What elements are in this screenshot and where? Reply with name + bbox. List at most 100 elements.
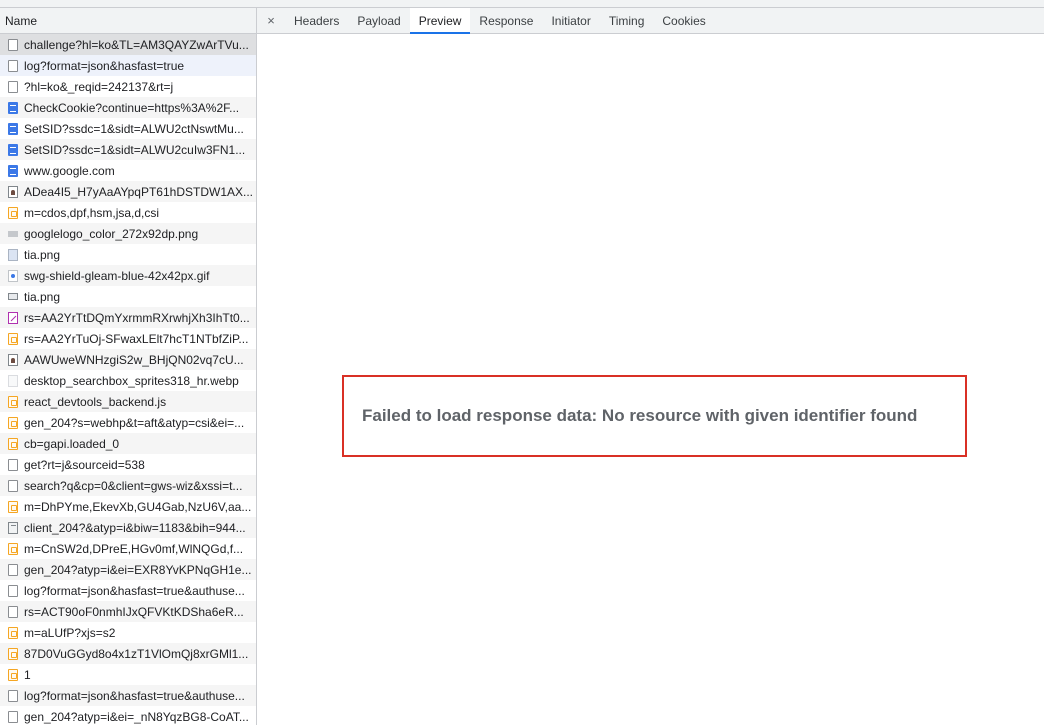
png-image-icon <box>8 230 18 237</box>
request-name: log?format=json&hasfast=true&authuse... <box>24 688 245 703</box>
request-row[interactable]: tia.png <box>0 244 256 265</box>
webp-image-icon <box>8 374 18 387</box>
request-name: SetSID?ssdc=1&sidt=ALWU2ctNswtMu... <box>24 121 244 136</box>
request-row[interactable]: m=aLUfP?xjs=s2 <box>0 622 256 643</box>
request-name: gen_204?atyp=i&ei=_nN8YqzBG8-CoAT... <box>24 709 249 724</box>
request-name: swg-shield-gleam-blue-42x42px.gif <box>24 268 210 283</box>
gif-image-icon <box>8 269 18 282</box>
script-icon <box>8 437 18 450</box>
request-name: gen_204?s=webhp&t=aft&atyp=csi&ei=... <box>24 415 245 430</box>
request-name: tia.png <box>24 247 61 262</box>
request-row[interactable]: log?format=json&hasfast=true&authuse... <box>0 580 256 601</box>
script-icon <box>8 206 18 219</box>
document-icon <box>8 59 18 72</box>
document-icon <box>8 80 18 93</box>
request-row[interactable]: log?format=json&hasfast=true&authuse... <box>0 685 256 706</box>
script-icon <box>8 668 18 681</box>
request-row[interactable]: gen_204?atyp=i&ei=_nN8YqzBG8-CoAT... <box>0 706 256 725</box>
request-name: 87D0VuGGyd8o4x1zT1VlOmQj8xrGMl1... <box>24 646 249 661</box>
document-icon <box>8 563 18 576</box>
request-row[interactable]: gen_204?atyp=i&ei=EXR8YvKPNqGH1e... <box>0 559 256 580</box>
script-icon <box>8 647 18 660</box>
request-row[interactable]: client_204?&atyp=i&biw=1183&bih=944... <box>0 517 256 538</box>
request-row[interactable]: search?q&cp=0&client=gws-wiz&xssi=t... <box>0 475 256 496</box>
request-name: m=aLUfP?xjs=s2 <box>24 625 116 640</box>
request-row[interactable]: googlelogo_color_272x92dp.png <box>0 223 256 244</box>
image-icon <box>8 248 18 261</box>
request-name: www.google.com <box>24 163 115 178</box>
tab-preview[interactable]: Preview <box>409 8 471 34</box>
request-name: m=CnSW2d,DPreE,HGv0mf,WlNQGd,f... <box>24 541 244 556</box>
tab-cookies[interactable]: Cookies <box>653 8 714 33</box>
request-name: gen_204?atyp=i&ei=EXR8YvKPNqGH1e... <box>24 562 252 577</box>
request-detail-panel: × Headers Payload Preview Response Initiator… <box>257 8 1044 725</box>
request-row[interactable]: tia.png <box>0 286 256 307</box>
request-row[interactable]: rs=AA2YrTtDQmYxrmmRXrwhjXh3IhTt0... <box>0 307 256 328</box>
request-name: CheckCookie?continue=https%3A%2F... <box>24 100 240 115</box>
name-column-header[interactable]: Name <box>0 8 256 34</box>
request-row[interactable]: ?hl=ko&_reqid=242137&rt=j <box>0 76 256 97</box>
document-icon <box>8 479 18 492</box>
request-row[interactable]: m=DhPYme,EkevXb,GU4Gab,NzU6V,aa... <box>0 496 256 517</box>
request-row[interactable]: AAWUweWNHzgiS2w_BHjQN02vq7cU... <box>0 349 256 370</box>
request-name: react_devtools_backend.js <box>24 394 167 409</box>
request-name: ADea4I5_H7yAaAYpqPT61hDSTDW1AX... <box>24 184 253 199</box>
request-name: rs=AA2YrTtDQmYxrmmRXrwhjXh3IhTt0... <box>24 310 250 325</box>
request-row[interactable]: m=cdos,dpf,hsm,jsa,d,csi <box>0 202 256 223</box>
script-icon <box>8 500 18 513</box>
request-row[interactable]: desktop_searchbox_sprites318_hr.webp <box>0 370 256 391</box>
detail-tab-bar: × Headers Payload Preview Response Initiator… <box>257 8 1044 34</box>
error-message: Failed to load response data: No resourc… <box>362 406 918 425</box>
tab-response[interactable]: Response <box>470 8 542 33</box>
tab-payload[interactable]: Payload <box>348 8 409 33</box>
request-name: 1 <box>24 667 31 682</box>
image-avatar-icon <box>8 185 18 198</box>
script-icon <box>8 395 18 408</box>
request-row[interactable]: log?format=json&hasfast=true <box>0 55 256 76</box>
request-name: tia.png <box>24 289 61 304</box>
request-row[interactable]: cb=gapi.loaded_0 <box>0 433 256 454</box>
request-row[interactable]: gen_204?s=webhp&t=aft&atyp=csi&ei=... <box>0 412 256 433</box>
request-list: challenge?hl=ko&TL=AM3QAYZwArTVu... log?f… <box>0 34 256 725</box>
frame-icon <box>8 521 18 534</box>
request-row[interactable]: SetSID?ssdc=1&sidt=ALWU2ctNswtMu... <box>0 118 256 139</box>
script-icon <box>8 542 18 555</box>
request-row[interactable]: 1 <box>0 664 256 685</box>
request-name: rs=AA2YrTuOj-SFwaxLElt7hcT1NTbfZiP... <box>24 331 249 346</box>
request-row[interactable]: react_devtools_backend.js <box>0 391 256 412</box>
request-row[interactable]: m=CnSW2d,DPreE,HGv0mf,WlNQGd,f... <box>0 538 256 559</box>
request-name: log?format=json&hasfast=true <box>24 58 185 73</box>
request-row[interactable]: www.google.com <box>0 160 256 181</box>
tab-headers[interactable]: Headers <box>285 8 348 33</box>
request-row[interactable]: CheckCookie?continue=https%3A%2F... <box>0 97 256 118</box>
document-icon <box>8 689 18 702</box>
requests-panel: Name challenge?hl=ko&TL=AM3QAYZwArTVu...… <box>0 8 257 725</box>
document-icon <box>8 605 18 618</box>
request-row[interactable]: rs=AA2YrTuOj-SFwaxLElt7hcT1NTbfZiP... <box>0 328 256 349</box>
document-icon <box>8 458 18 471</box>
image-avatar-icon <box>8 353 18 366</box>
request-name: rs=ACT90oF0nmhIJxQFVKtKDSha6eR... <box>24 604 244 619</box>
request-name: m=cdos,dpf,hsm,jsa,d,csi <box>24 205 160 220</box>
request-name: challenge?hl=ko&TL=AM3QAYZwArTVu... <box>24 37 249 52</box>
close-icon[interactable]: × <box>257 8 285 33</box>
request-row[interactable]: swg-shield-gleam-blue-42x42px.gif <box>0 265 256 286</box>
request-row[interactable]: 87D0VuGGyd8o4x1zT1VlOmQj8xrGMl1... <box>0 643 256 664</box>
request-name: SetSID?ssdc=1&sidt=ALWU2cuIw3FN1... <box>24 142 246 157</box>
request-row[interactable]: get?rt=j&sourceid=538 <box>0 454 256 475</box>
request-name: m=DhPYme,EkevXb,GU4Gab,NzU6V,aa... <box>24 499 252 514</box>
document-icon <box>8 710 18 723</box>
font-icon <box>8 311 18 324</box>
request-row[interactable]: rs=ACT90oF0nmhIJxQFVKtKDSha6eR... <box>0 601 256 622</box>
request-name: get?rt=j&sourceid=538 <box>24 457 145 472</box>
script-icon <box>8 416 18 429</box>
request-row[interactable]: ADea4I5_H7yAaAYpqPT61hDSTDW1AX... <box>0 181 256 202</box>
request-row[interactable]: SetSID?ssdc=1&sidt=ALWU2cuIw3FN1... <box>0 139 256 160</box>
tab-initiator[interactable]: Initiator <box>542 8 599 33</box>
request-row[interactable]: challenge?hl=ko&TL=AM3QAYZwArTVu... <box>0 34 256 55</box>
request-name: log?format=json&hasfast=true&authuse... <box>24 583 245 598</box>
devtools-toolbar-strip <box>0 0 1044 8</box>
request-name: desktop_searchbox_sprites318_hr.webp <box>24 373 239 388</box>
html-document-icon <box>8 143 18 156</box>
tab-timing[interactable]: Timing <box>600 8 654 33</box>
